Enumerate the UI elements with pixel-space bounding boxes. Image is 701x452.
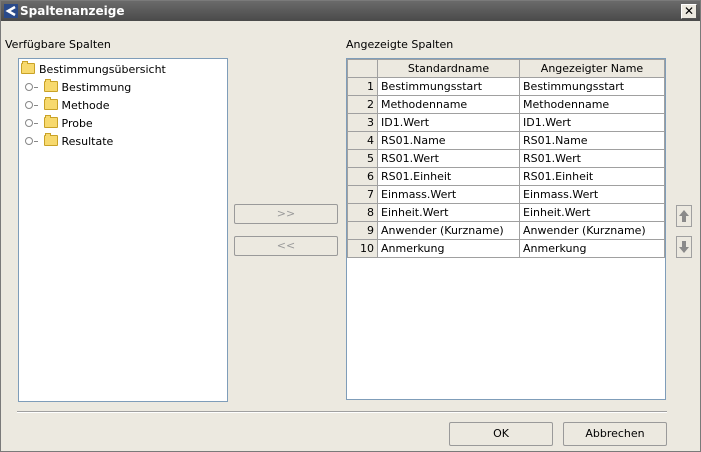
tree-node-bestimmung[interactable]: Bestimmung <box>25 79 132 96</box>
table-row[interactable]: 7 Einmass.Wert Einmass.Wert <box>347 185 665 204</box>
table-row[interactable]: 4 RS01.Name RS01.Name <box>347 131 665 150</box>
title-bar[interactable]: Spaltenanzeige ✕ <box>1 1 700 21</box>
row-number: 5 <box>347 149 378 168</box>
row-number: 3 <box>347 113 378 132</box>
cell-standardname[interactable]: Methodenname <box>377 95 520 114</box>
cell-standardname[interactable]: RS01.Wert <box>377 149 520 168</box>
arrow-up-icon <box>679 210 689 222</box>
cell-standardname[interactable]: RS01.Einheit <box>377 167 520 186</box>
table-row[interactable]: 9 Anwender (Kurzname) Anwender (Kurzname) <box>347 221 665 240</box>
table-row[interactable]: 10 Anmerkung Anmerkung <box>347 239 665 258</box>
folder-icon <box>43 97 58 110</box>
remove-column-button[interactable]: << <box>234 236 338 256</box>
table-row[interactable]: 6 RS01.Einheit RS01.Einheit <box>347 167 665 186</box>
tree-node-label: Probe <box>61 117 93 130</box>
available-columns-tree[interactable]: Bestimmungsübersicht Bestimmung Methode … <box>18 58 228 402</box>
column-header-index[interactable] <box>347 59 378 78</box>
cancel-button[interactable]: Abbrechen <box>563 422 667 446</box>
shown-columns-label: Angezeigte Spalten <box>346 38 454 51</box>
tree-node-label: Methode <box>61 99 110 112</box>
app-logo-icon <box>4 4 18 18</box>
cell-angezeigter-name[interactable]: RS01.Wert <box>519 149 665 168</box>
cell-standardname[interactable]: ID1.Wert <box>377 113 520 132</box>
dialog-window: Spaltenanzeige ✕ Verfügbare Spalten Best… <box>0 0 701 452</box>
table-row[interactable]: 2 Methodenname Methodenname <box>347 95 665 114</box>
folder-icon <box>43 79 58 92</box>
tree-root[interactable]: Bestimmungsübersicht <box>21 61 166 78</box>
cell-standardname[interactable]: Anwender (Kurzname) <box>377 221 520 240</box>
tree-node-resultate[interactable]: Resultate <box>25 133 114 150</box>
tree-node-methode[interactable]: Methode <box>25 97 110 114</box>
cell-angezeigter-name[interactable]: Einheit.Wert <box>519 203 665 222</box>
row-number: 2 <box>347 95 378 114</box>
row-number: 7 <box>347 185 378 204</box>
row-number: 4 <box>347 131 378 150</box>
table-row[interactable]: 3 ID1.Wert ID1.Wert <box>347 113 665 132</box>
folder-icon <box>43 115 58 128</box>
row-number: 10 <box>347 239 378 258</box>
row-number: 8 <box>347 203 378 222</box>
table-row[interactable]: 1 Bestimmungsstart Bestimmungsstart <box>347 77 665 96</box>
add-column-button[interactable]: >> <box>234 204 338 224</box>
tree-node-probe[interactable]: Probe <box>25 115 93 132</box>
row-number: 1 <box>347 77 378 96</box>
cell-angezeigter-name[interactable]: Anwender (Kurzname) <box>519 221 665 240</box>
footer-separator <box>17 411 667 413</box>
cell-angezeigter-name[interactable]: Bestimmungsstart <box>519 77 665 96</box>
column-header-standardname[interactable]: Standardname <box>377 59 520 78</box>
window-title: Spaltenanzeige <box>20 4 125 18</box>
tree-node-label: Bestimmung <box>61 81 132 94</box>
cell-angezeigter-name[interactable]: Methodenname <box>519 95 665 114</box>
tree-root-label: Bestimmungsübersicht <box>39 63 166 76</box>
cell-angezeigter-name[interactable]: ID1.Wert <box>519 113 665 132</box>
table-row[interactable]: 8 Einheit.Wert Einheit.Wert <box>347 203 665 222</box>
expand-handle-icon[interactable] <box>25 119 38 127</box>
cell-angezeigter-name[interactable]: RS01.Name <box>519 131 665 150</box>
cell-standardname[interactable]: Anmerkung <box>377 239 520 258</box>
move-up-button[interactable] <box>676 205 692 227</box>
row-number: 6 <box>347 167 378 186</box>
arrow-down-icon <box>679 241 689 253</box>
row-number: 9 <box>347 221 378 240</box>
cell-standardname[interactable]: Einmass.Wert <box>377 185 520 204</box>
column-header-angezeigter-name[interactable]: Angezeigter Name <box>519 59 665 78</box>
table-header-row: Standardname Angezeigter Name <box>347 59 665 78</box>
folder-icon <box>21 61 35 74</box>
cell-standardname[interactable]: RS01.Name <box>377 131 520 150</box>
cell-angezeigter-name[interactable]: RS01.Einheit <box>519 167 665 186</box>
table-row[interactable]: 5 RS01.Wert RS01.Wert <box>347 149 665 168</box>
shown-columns-table[interactable]: Standardname Angezeigter Name 1 Bestimmun… <box>346 58 666 400</box>
expand-handle-icon[interactable] <box>25 137 38 145</box>
folder-icon <box>43 133 58 146</box>
expand-handle-icon[interactable] <box>25 101 38 109</box>
ok-button[interactable]: OK <box>449 422 553 446</box>
close-button[interactable]: ✕ <box>681 4 697 19</box>
move-down-button[interactable] <box>676 236 692 258</box>
expand-handle-icon[interactable] <box>25 83 38 91</box>
tree-node-label: Resultate <box>61 135 114 148</box>
cell-angezeigter-name[interactable]: Anmerkung <box>519 239 665 258</box>
available-columns-label: Verfügbare Spalten <box>5 38 111 51</box>
cell-standardname[interactable]: Bestimmungsstart <box>377 77 520 96</box>
cell-angezeigter-name[interactable]: Einmass.Wert <box>519 185 665 204</box>
cell-standardname[interactable]: Einheit.Wert <box>377 203 520 222</box>
